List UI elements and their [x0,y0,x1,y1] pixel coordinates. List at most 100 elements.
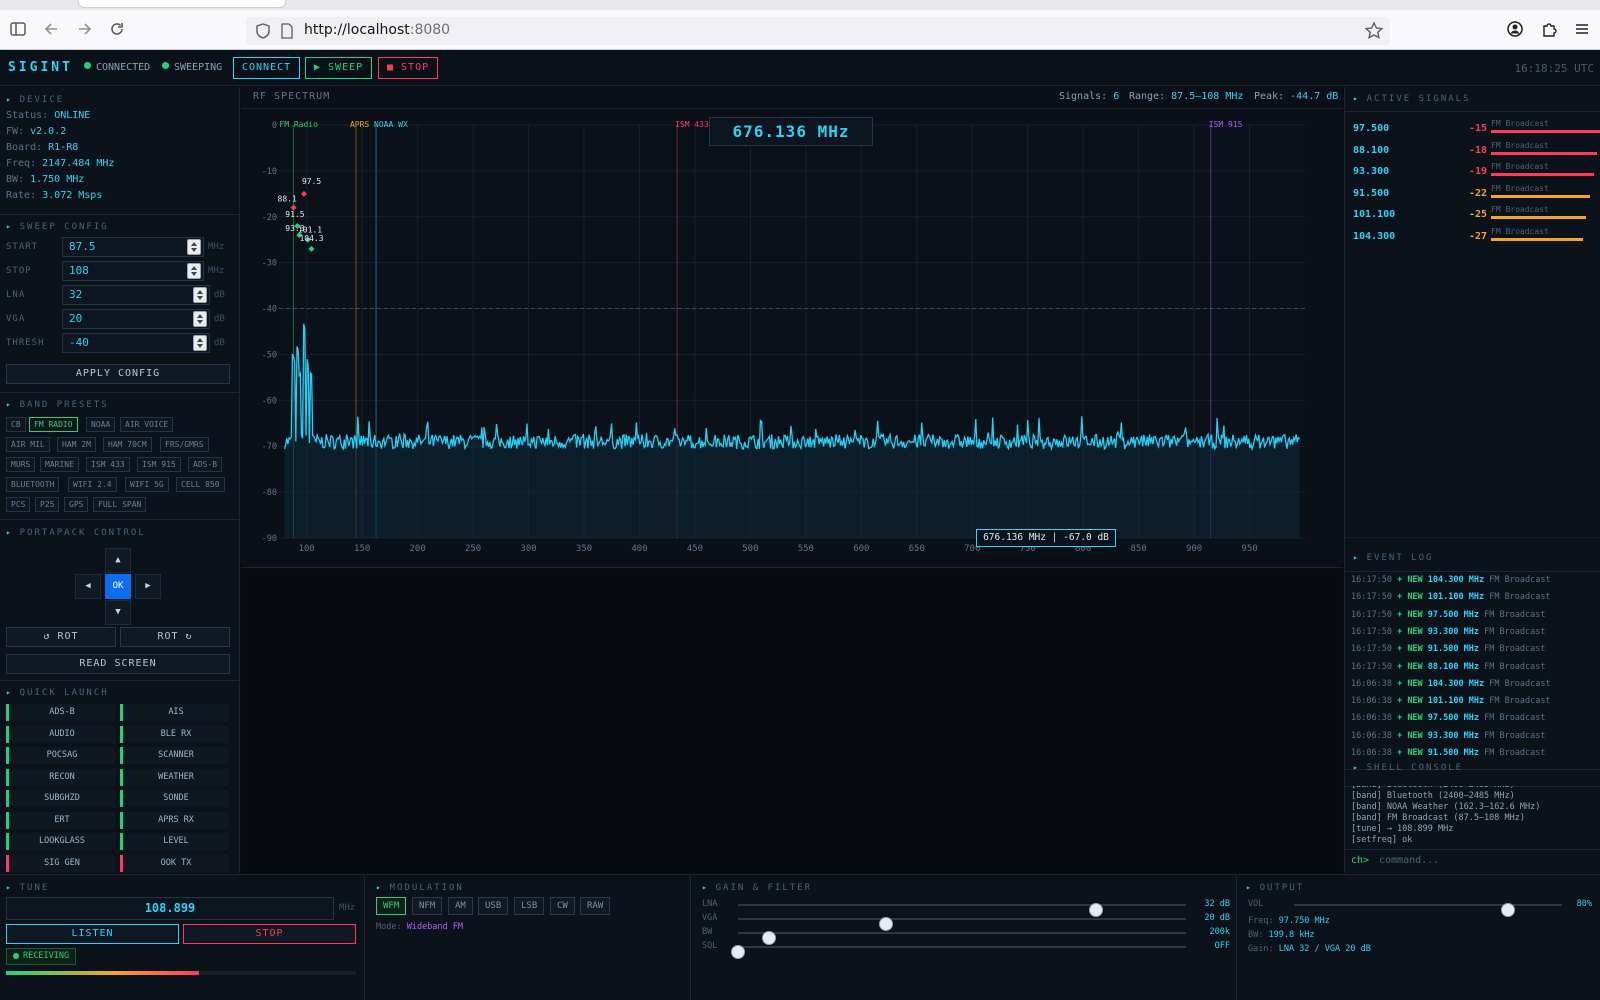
active-signal-row[interactable]: 97.500 -15 FM Broadcast [1353,119,1600,143]
active-signal-row[interactable]: 101.100 -25 FM Broadcast [1353,205,1599,229]
quick-launch-aprs-rx[interactable]: APRS RX [120,811,229,829]
spinner-icon[interactable] [193,335,207,351]
preset-wifi-2-4-chip[interactable]: WIFI 2.4 [68,477,117,492]
preset-full-span-chip[interactable]: FULL SPAN [93,497,147,512]
quick-launch-pocsag[interactable]: POCSAG [6,747,115,764]
preset-pcs-chip[interactable]: PCS [6,497,31,512]
spinner-icon[interactable] [187,263,201,279]
forward-icon[interactable] [74,20,94,40]
event-log-list[interactable]: 16:17:50 + NEW 104.300 MHz FM Broadcast 1… [1345,575,1600,769]
quick-launch-ble-rx[interactable]: BLE RX [120,725,229,743]
quick-launch-ert[interactable]: ERT [6,811,115,829]
stop-button[interactable]: ■ STOP [378,57,439,79]
preset-cell-850-chip[interactable]: CELL 850 [176,477,225,492]
x-tick-label: 600 [853,544,869,554]
active-signal-row[interactable]: 91.500 -22 FM Broadcast [1353,184,1599,208]
sweep-start-input[interactable]: 87.5 [62,237,204,257]
sweep-button[interactable]: ▶ SWEEP [305,57,373,79]
quick-launch-sonde[interactable]: SONDE [120,790,229,807]
shell-command-input[interactable]: command... [1379,855,1439,866]
slider-track[interactable] [738,931,1186,945]
url-text[interactable]: http://localhost:8080 [304,22,450,38]
quick-launch-weather[interactable]: WEATHER [120,768,229,786]
preset-air-voice-chip[interactable]: AIR VOICE [120,417,174,432]
rotate-left-button[interactable]: ↺ ROT [6,627,116,647]
spectrum-plot[interactable]: 100 150 200 250 300 350 400 450 500 550 600 650 700 7… [241,109,1343,568]
mode-lsb-button[interactable]: LSB [514,897,545,915]
volume-knob[interactable] [1501,903,1516,917]
sweep-thresh-input[interactable]: -40 [62,333,210,353]
dpad-down-button[interactable]: ▼ [105,600,131,625]
preset-ism-915-chip[interactable]: ISM 915 [137,457,181,472]
quick-launch-sig-gen[interactable]: SIG GEN [6,854,115,872]
connect-button[interactable]: CONNECT [233,57,301,79]
dpad-up-button[interactable]: ▲ [105,548,131,573]
extensions-icon[interactable] [1540,20,1560,40]
url-bar[interactable]: http://localhost:8080 [246,17,1390,45]
quick-launch-lookglass[interactable]: LOOKGLASS [6,833,115,850]
page-icon[interactable] [280,23,294,39]
preset-ham-2m-chip[interactable]: HAM 2M [57,437,96,452]
quick-launch-ook-tx[interactable]: OOK TX [120,854,229,872]
preset-gps-chip[interactable]: GPS [64,497,89,512]
bookmark-star-icon[interactable] [1364,21,1384,41]
shield-icon[interactable] [254,22,272,40]
stop-listen-button[interactable]: STOP [183,924,356,944]
mode-cw-button[interactable]: CW [550,897,575,915]
preset-fm-radio-chip[interactable]: FM RADIO [29,417,78,432]
slider-track[interactable] [731,945,1186,959]
preset-air-mil-chip[interactable]: AIR MIL [6,437,50,452]
active-signal-row[interactable]: 104.300 -27 FM Broadcast [1353,227,1599,251]
reload-icon[interactable] [107,20,127,40]
preset-cb-chip[interactable]: CB [6,417,26,432]
mode-nfm-button[interactable]: NFM [412,897,443,915]
tune-frequency-input[interactable]: 108.899 [6,897,334,920]
apply-config-button[interactable]: APPLY CONFIG [6,364,230,384]
preset-marine-chip[interactable]: MARINE [40,457,79,472]
dpad-ok-button[interactable]: OK [105,574,131,599]
account-icon[interactable] [1505,20,1525,40]
mode-wfm-button[interactable]: WFM [376,897,407,915]
quick-launch-ais[interactable]: AIS [120,704,229,721]
active-signal-row[interactable]: 88.100 -18 FM Broadcast [1353,141,1599,165]
preset-noaa-chip[interactable]: NOAA [86,417,116,432]
volume-track[interactable] [1294,903,1562,917]
preset-ham-70cm-chip[interactable]: HAM 70CM [103,437,152,452]
quick-launch-audio[interactable]: AUDIO [6,725,115,743]
menu-icon[interactable] [1572,20,1592,40]
spinner-icon[interactable] [193,287,207,303]
quick-launch-level[interactable]: LEVEL [120,833,229,850]
quick-launch-scanner[interactable]: SCANNER [120,747,229,764]
active-signal-row[interactable]: 93.300 -19 FM Broadcast [1353,162,1599,186]
dpad-right-button[interactable]: ▶ [135,574,161,599]
device-value: 1.750 MHz [30,174,85,185]
slider-track[interactable] [738,917,1186,931]
mode-raw-button[interactable]: RAW [580,897,611,915]
slider-knob[interactable] [731,945,745,959]
quick-launch-ads-b[interactable]: ADS-B [6,704,115,721]
preset-murs-chip[interactable]: MURS [6,457,36,472]
spinner-icon[interactable] [187,239,201,255]
active-tab[interactable] [78,0,286,8]
preset-wifi-5g-chip[interactable]: WIFI 5G [125,477,169,492]
preset-ism-433-chip[interactable]: ISM 433 [86,457,130,472]
mode-usb-button[interactable]: USB [478,897,509,915]
slider-track[interactable] [738,903,1186,917]
spinner-icon[interactable] [193,311,207,327]
sweep-stop-input[interactable]: 108 [62,261,204,281]
preset-p25-chip[interactable]: P25 [35,497,60,512]
preset-frs-gmrs-chip[interactable]: FRS/GMRS [160,437,209,452]
listen-button[interactable]: LISTEN [6,924,179,944]
preset-bluetooth-chip[interactable]: BLUETOOTH [6,477,60,492]
preset-ads-b-chip[interactable]: ADS-B [188,457,223,472]
back-icon[interactable] [42,20,62,40]
sidebar-toggle-icon[interactable] [8,20,28,40]
rotate-right-button[interactable]: ROT ↻ [120,627,230,647]
dpad-left-button[interactable]: ◀ [75,574,101,599]
read-screen-button[interactable]: READ SCREEN [6,654,230,674]
mode-am-button[interactable]: AM [448,897,473,915]
sweep-lna-input[interactable]: 32 [62,285,210,305]
sweep-vga-input[interactable]: 20 [62,309,210,329]
quick-launch-recon[interactable]: RECON [6,768,115,786]
quick-launch-subghzd[interactable]: SUBGHZD [6,790,115,807]
